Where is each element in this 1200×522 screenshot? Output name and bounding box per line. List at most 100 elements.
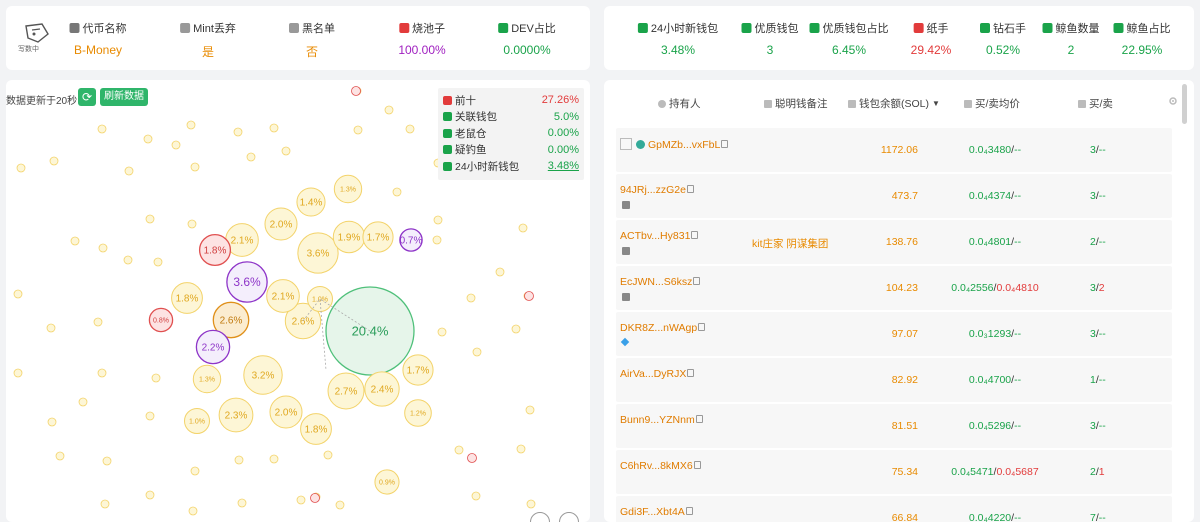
column-header[interactable]: 买/卖 bbox=[1078, 96, 1113, 111]
holder-address-link[interactable]: ACTbv...Hy831 bbox=[620, 230, 699, 242]
holder-address-link[interactable]: C6hRv...8kMX6 bbox=[620, 460, 701, 472]
small-holder-dot[interactable] bbox=[16, 163, 26, 173]
small-holder-dot[interactable] bbox=[78, 397, 88, 407]
copy-icon[interactable] bbox=[721, 140, 729, 148]
small-holder-dot[interactable] bbox=[471, 491, 481, 501]
small-holder-dot[interactable] bbox=[143, 134, 153, 144]
small-holder-dot[interactable] bbox=[171, 140, 181, 150]
holder-row[interactable]: EcJWN...S6ksz 104.23 0.0₄2556/0.0₄4810 3/2 bbox=[616, 266, 1172, 310]
holder-address-link[interactable]: Bunn9...YZNnm bbox=[620, 414, 703, 426]
small-holder-dot[interactable] bbox=[246, 152, 256, 162]
holder-row[interactable]: GpMZb...vxFbL 1172.06 0.0₄3480/-- 3/-- bbox=[616, 128, 1172, 172]
small-holder-dot[interactable] bbox=[188, 506, 198, 516]
copy-icon[interactable] bbox=[691, 231, 699, 239]
small-holder-dot[interactable] bbox=[233, 127, 243, 137]
copy-icon[interactable] bbox=[698, 323, 706, 331]
refresh-data-button[interactable]: 刷新数据 bbox=[100, 88, 148, 106]
holder-bubble[interactable]: 1.8% bbox=[198, 233, 232, 267]
holder-row[interactable]: Bunn9...YZNnm 81.51 0.0₄5296/-- 3/-- bbox=[616, 404, 1172, 448]
sort-down-icon[interactable]: ▼ bbox=[932, 99, 940, 108]
holder-bubble[interactable]: 1.8% bbox=[300, 413, 332, 445]
small-holder-dot[interactable] bbox=[323, 450, 333, 460]
holder-bubble[interactable]: 1.3% bbox=[192, 364, 222, 394]
small-holder-dot[interactable] bbox=[123, 255, 133, 265]
holder-address-link[interactable]: DKR8Z...nWAgp bbox=[620, 322, 706, 334]
column-header[interactable]: 钱包余额(SOL) ▼ bbox=[848, 96, 940, 111]
small-holder-dot[interactable] bbox=[384, 105, 394, 115]
flagged-holder-dot[interactable] bbox=[524, 291, 534, 301]
flagged-holder-dot[interactable] bbox=[467, 453, 477, 463]
holder-bubble[interactable]: 1.0% bbox=[184, 408, 210, 434]
small-holder-dot[interactable] bbox=[151, 373, 161, 383]
small-holder-dot[interactable] bbox=[525, 405, 535, 415]
small-holder-dot[interactable] bbox=[13, 289, 23, 299]
copy-icon[interactable] bbox=[686, 185, 694, 193]
holder-row[interactable]: DKR8Z...nWAgp 97.07 0.0₃1293/-- 3/-- bbox=[616, 312, 1172, 356]
holder-bubble[interactable]: 3.6% bbox=[297, 232, 339, 274]
small-holder-dot[interactable] bbox=[405, 124, 415, 134]
small-holder-dot[interactable] bbox=[47, 417, 57, 427]
holder-bubble[interactable]: 1.2% bbox=[404, 399, 432, 427]
small-holder-dot[interactable] bbox=[49, 156, 59, 166]
legend-row[interactable]: 老鼠仓 0.00% bbox=[443, 125, 579, 142]
holder-bubble[interactable]: 0.8% bbox=[148, 307, 174, 333]
holder-bubble[interactable]: 1.7% bbox=[362, 221, 394, 253]
small-holder-dot[interactable] bbox=[296, 495, 306, 505]
holder-address-link[interactable]: 94JRj...zzG2e bbox=[620, 184, 694, 196]
copy-icon[interactable] bbox=[695, 415, 703, 423]
holder-bubble[interactable]: 2.7% bbox=[327, 372, 365, 410]
small-holder-dot[interactable] bbox=[511, 324, 521, 334]
holder-bubble[interactable]: 0.9% bbox=[374, 469, 400, 495]
small-holder-dot[interactable] bbox=[153, 257, 163, 267]
small-holder-dot[interactable] bbox=[281, 146, 291, 156]
small-holder-dot[interactable] bbox=[495, 267, 505, 277]
column-header[interactable]: 买/卖均价 bbox=[964, 96, 1020, 111]
small-holder-dot[interactable] bbox=[437, 327, 447, 337]
holder-address-link[interactable]: AirVa...DyRJX bbox=[620, 368, 695, 380]
small-holder-dot[interactable] bbox=[526, 499, 536, 509]
holder-row[interactable]: ACTbv...Hy831 kit庄家 阴谋集团 138.76 0.0₄4801/--… bbox=[616, 220, 1172, 264]
holder-bubble[interactable]: 3.2% bbox=[243, 355, 283, 395]
small-holder-dot[interactable] bbox=[269, 123, 279, 133]
copy-icon[interactable] bbox=[687, 369, 695, 377]
copy-icon[interactable] bbox=[693, 461, 701, 469]
holder-bubble[interactable]: 1.7% bbox=[402, 354, 434, 386]
legend-row[interactable]: 24小时新钱包 3.48% bbox=[443, 158, 579, 175]
legend-row[interactable]: 前十 27.26% bbox=[443, 92, 579, 109]
holder-bubble[interactable]: 1.3% bbox=[333, 174, 363, 204]
refresh-icon[interactable]: ⟳ bbox=[78, 88, 96, 106]
small-holder-dot[interactable] bbox=[454, 445, 464, 455]
small-holder-dot[interactable] bbox=[335, 500, 345, 510]
holder-row[interactable]: Gdi3F...Xbt4A 66.84 0.0₄4220/-- 7/-- bbox=[616, 496, 1172, 522]
small-holder-dot[interactable] bbox=[145, 214, 155, 224]
small-holder-dot[interactable] bbox=[237, 498, 247, 508]
holder-address-link[interactable]: Gdi3F...Xbt4A bbox=[620, 506, 693, 518]
small-holder-dot[interactable] bbox=[97, 368, 107, 378]
small-holder-dot[interactable] bbox=[234, 455, 244, 465]
settings-gear-icon[interactable] bbox=[1168, 96, 1178, 106]
holder-bubble[interactable]: 2.1% bbox=[266, 279, 300, 313]
copy-icon[interactable] bbox=[685, 507, 693, 515]
small-holder-dot[interactable] bbox=[353, 125, 363, 135]
small-holder-dot[interactable] bbox=[392, 187, 402, 197]
small-holder-dot[interactable] bbox=[13, 368, 23, 378]
holder-row[interactable]: C6hRv...8kMX6 75.34 0.0₄5471/0.0₄5687 2/1 bbox=[616, 450, 1172, 494]
copy-icon[interactable] bbox=[693, 277, 701, 285]
holder-address-link[interactable]: EcJWN...S6ksz bbox=[620, 276, 701, 288]
holder-row[interactable]: 94JRj...zzG2e 473.7 0.0₄4374/-- 3/-- bbox=[616, 174, 1172, 218]
holder-bubble[interactable]: 1.9% bbox=[332, 220, 366, 254]
legend-row[interactable]: 疑钓鱼 0.00% bbox=[443, 142, 579, 159]
holder-row[interactable]: AirVa...DyRJX 82.92 0.0₄4700/-- 1/-- bbox=[616, 358, 1172, 402]
holder-bubble[interactable]: 1.8% bbox=[171, 282, 203, 314]
column-header[interactable]: 持有人 bbox=[658, 96, 701, 111]
small-holder-dot[interactable] bbox=[97, 124, 107, 134]
flagged-holder-dot[interactable] bbox=[351, 86, 361, 96]
small-holder-dot[interactable] bbox=[70, 236, 80, 246]
small-holder-dot[interactable] bbox=[145, 490, 155, 500]
small-holder-dot[interactable] bbox=[472, 347, 482, 357]
holder-bubble[interactable]: 2.3% bbox=[218, 397, 254, 433]
holder-bubble[interactable]: 0.7% bbox=[399, 228, 423, 252]
holder-bubble[interactable]: 2.4% bbox=[364, 371, 400, 407]
small-holder-dot[interactable] bbox=[102, 456, 112, 466]
small-holder-dot[interactable] bbox=[186, 120, 196, 130]
